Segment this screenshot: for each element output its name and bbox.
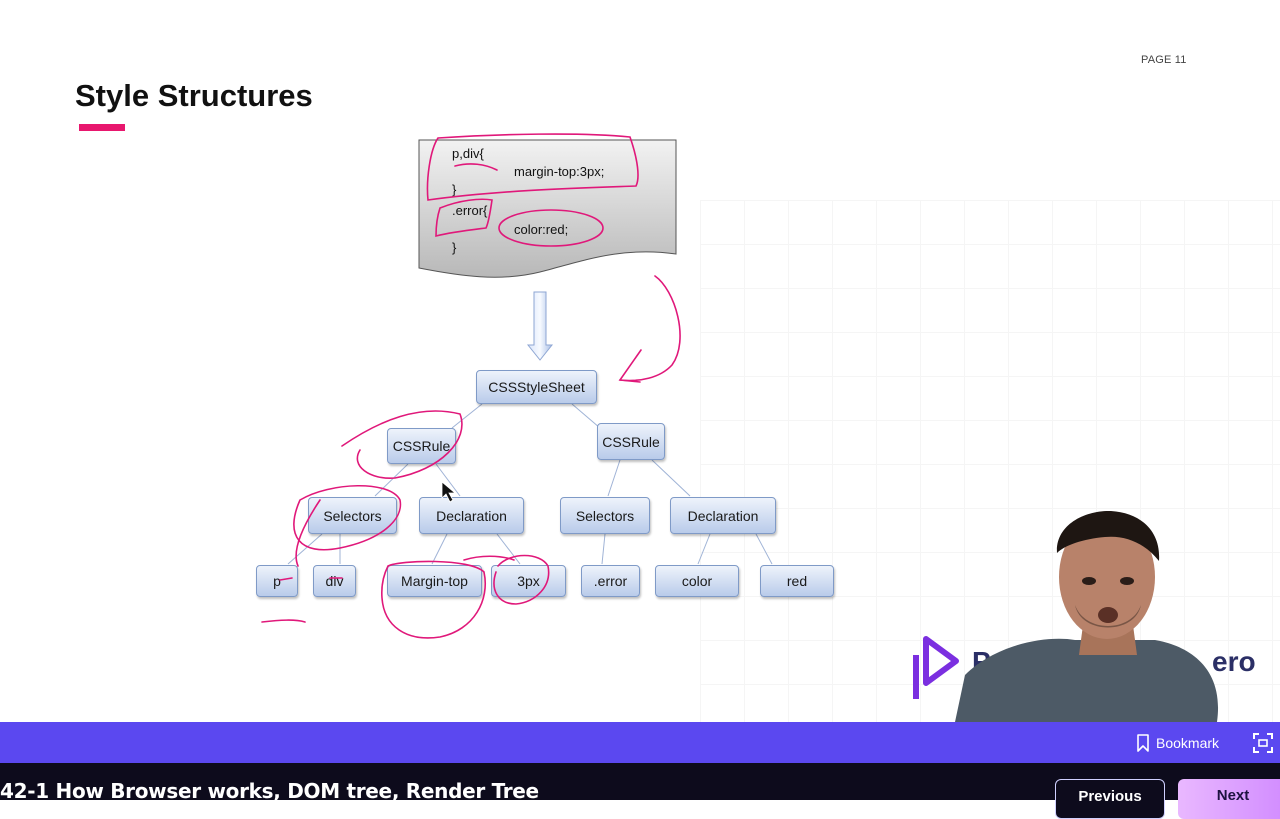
- mouse-pointer-icon: [441, 481, 457, 503]
- slide-canvas: PAGE 11 Style Structures p,div{margin-t…: [0, 0, 1280, 722]
- previous-button[interactable]: Previous: [1055, 779, 1165, 819]
- bookmark-button[interactable]: Bookmark: [1136, 734, 1219, 752]
- player-toolbar: [0, 722, 1280, 763]
- instructor-webcam: [955, 505, 1280, 722]
- bookmark-label: Bookmark: [1156, 735, 1220, 751]
- lesson-title: 42-1 How Browser works, DOM tree, Render…: [0, 779, 539, 803]
- bookmark-icon: [1137, 734, 1149, 752]
- next-button[interactable]: Next: [1178, 779, 1280, 819]
- brand-logo-icon: [912, 635, 960, 710]
- fullscreen-icon[interactable]: [1252, 732, 1274, 754]
